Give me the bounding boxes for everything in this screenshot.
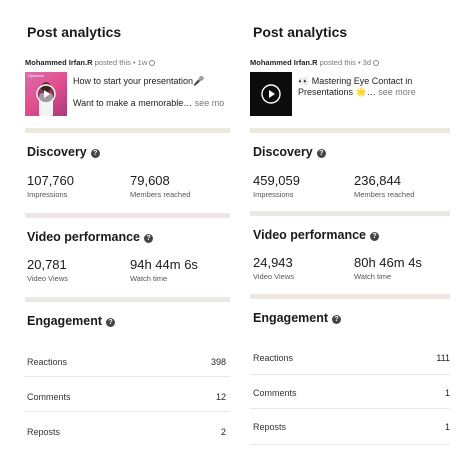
- row-divider: [250, 374, 450, 375]
- comments-value[interactable]: 1: [445, 388, 450, 398]
- impressions-label: Impressions: [27, 190, 68, 199]
- help-icon[interactable]: ?: [106, 318, 116, 327]
- comments-value[interactable]: 12: [216, 392, 226, 402]
- reposts-value[interactable]: 2: [221, 427, 226, 437]
- page-title: Post analytics: [27, 24, 122, 40]
- page-title: Post analytics: [253, 24, 348, 40]
- discovery-title: Discovery?: [27, 145, 100, 159]
- discovery-title: Discovery?: [253, 145, 326, 159]
- play-icon[interactable]: [261, 84, 281, 104]
- post-text-line: How to start your presentation🎤: [73, 76, 205, 86]
- globe-icon: [149, 60, 156, 66]
- post-meta: posted this • 3d: [317, 58, 372, 67]
- video-performance-title: Video performance?: [253, 228, 380, 242]
- section-divider: [250, 128, 450, 133]
- video-views-label: Video Views: [253, 272, 295, 281]
- video-performance-title-text: Video performance: [27, 230, 141, 244]
- play-icon[interactable]: [36, 84, 56, 104]
- reactions-value[interactable]: 398: [211, 357, 226, 367]
- section-divider: [25, 128, 230, 133]
- video-thumbnail[interactable]: [250, 72, 292, 116]
- video-views-value: 24,943: [253, 255, 293, 270]
- members-reached-label: Members reached: [354, 190, 415, 199]
- globe-icon: [373, 60, 380, 66]
- post-byline: Mohammed Irfan.R posted this • 1w: [25, 58, 156, 67]
- watch-time-label: Watch time: [354, 272, 392, 281]
- video-views-value: 20,781: [27, 257, 67, 272]
- help-icon[interactable]: ?: [332, 315, 342, 324]
- comments-label: Comments: [27, 392, 71, 402]
- reactions-value[interactable]: 111: [436, 353, 450, 363]
- help-icon[interactable]: ?: [316, 149, 326, 158]
- watch-time-value: 80h 46m 4s: [354, 255, 422, 270]
- watch-time-value: 94h 44m 6s: [130, 257, 198, 272]
- members-reached-value: 236,844: [354, 173, 401, 188]
- see-more-link[interactable]: see mo: [192, 98, 225, 108]
- reposts-label: Reposts: [253, 422, 287, 432]
- section-divider: [250, 211, 450, 216]
- section-divider: [25, 297, 230, 302]
- discovery-title-text: Discovery: [27, 145, 87, 159]
- post-text-excerpt: Presentations 🌟…: [298, 87, 376, 97]
- row-divider: [250, 444, 450, 445]
- row-divider: [250, 408, 450, 409]
- post-meta: posted this • 1w: [92, 58, 148, 67]
- impressions-value: 107,760: [27, 173, 74, 188]
- comments-label: Comments: [253, 388, 297, 398]
- row-divider: [25, 411, 230, 412]
- reactions-label: Reactions: [253, 353, 294, 363]
- help-icon[interactable]: ?: [90, 149, 100, 158]
- impressions-value: 459,059: [253, 173, 300, 188]
- engagement-title: Engagement?: [27, 314, 116, 328]
- post-analytics-panel-right: Post analytics Mohammed Irfan.R posted t…: [244, 0, 474, 474]
- engagement-title-text: Engagement: [27, 314, 103, 328]
- section-divider: [250, 294, 450, 299]
- help-icon[interactable]: ?: [144, 234, 154, 243]
- author-name[interactable]: Mohammed Irfan.R: [25, 58, 93, 67]
- post-text-line: Presentations 🌟… see more: [298, 87, 416, 98]
- post-byline: Mohammed Irfan.R posted this • 3d: [250, 58, 380, 67]
- video-performance-title: Video performance?: [27, 230, 154, 244]
- post-text-excerpt: Want to make a memorable…: [73, 98, 193, 108]
- author-name[interactable]: Mohammed Irfan.R: [250, 58, 318, 67]
- post-text-line: 👀 Mastering Eye Contact in: [298, 76, 413, 86]
- watch-time-label: Watch time: [130, 274, 168, 283]
- post-text-line: Want to make a memorable… see mo: [73, 98, 224, 109]
- reposts-value[interactable]: 1: [445, 422, 450, 432]
- reposts-label: Reposts: [27, 427, 61, 437]
- members-reached-label: Members reached: [130, 190, 191, 199]
- impressions-label: Impressions: [253, 190, 294, 199]
- members-reached-value: 79,608: [130, 173, 170, 188]
- row-divider: [25, 376, 230, 377]
- see-more-link[interactable]: see more: [376, 87, 416, 97]
- video-views-label: Video Views: [27, 274, 69, 283]
- engagement-title: Engagement?: [253, 311, 342, 325]
- discovery-title-text: Discovery: [253, 145, 313, 159]
- video-thumbnail[interactable]: Openness: [25, 72, 67, 116]
- reactions-label: Reactions: [27, 357, 68, 367]
- help-icon[interactable]: ?: [370, 232, 380, 241]
- video-performance-title-text: Video performance: [253, 228, 367, 242]
- post-analytics-panel-left: Post analytics Mohammed Irfan.R posted t…: [0, 0, 230, 474]
- engagement-title-text: Engagement: [253, 311, 329, 325]
- section-divider: [25, 213, 230, 218]
